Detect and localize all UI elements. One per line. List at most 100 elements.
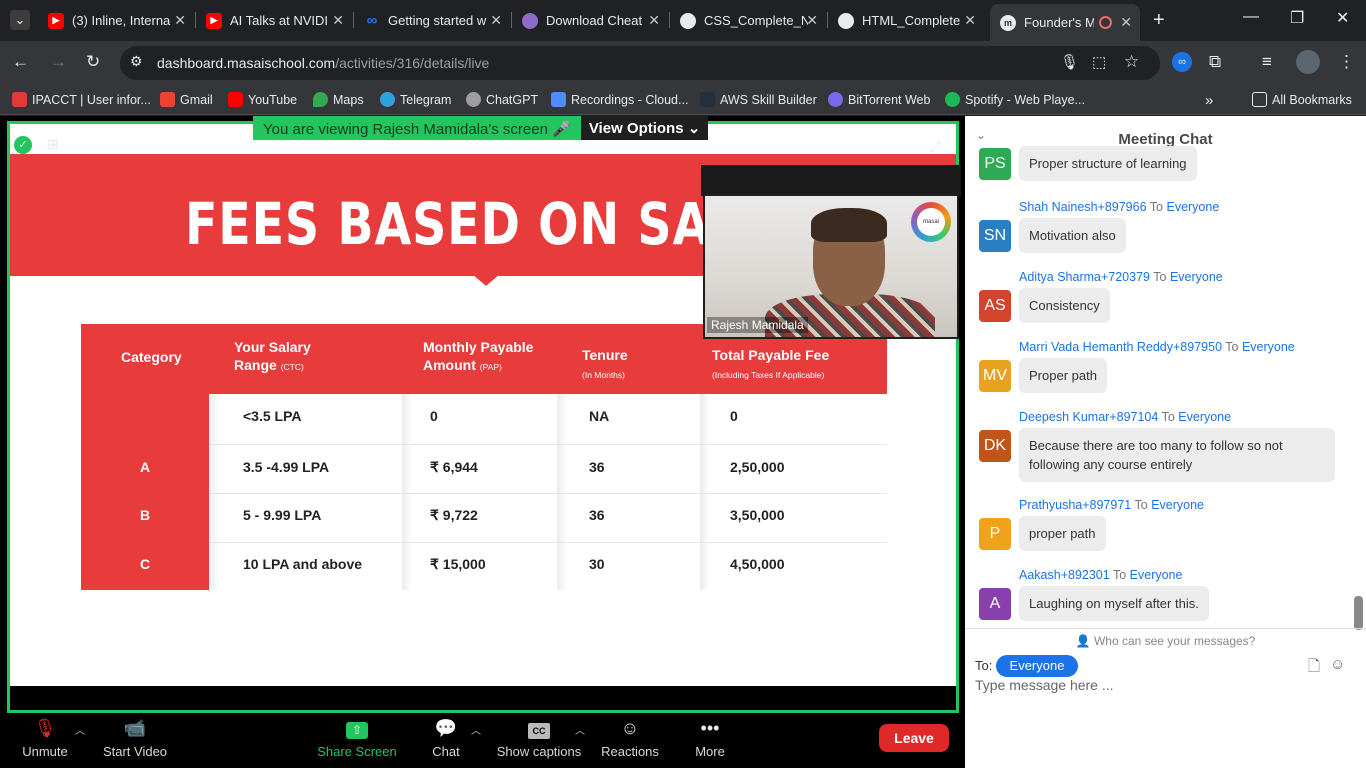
gallery-grid-icon[interactable]: ⊞ xyxy=(47,136,65,154)
restore-icon[interactable]: ❐ xyxy=(1290,8,1304,28)
address-bar[interactable]: ⚙ dashboard.masaischool.com/activities/3… xyxy=(120,46,1160,80)
bookmark-gmail[interactable]: Gmail xyxy=(160,92,213,107)
bookmarks-overflow-icon[interactable]: » xyxy=(1205,92,1213,109)
menu-icon[interactable]: ⋮ xyxy=(1338,52,1355,72)
view-options-button[interactable]: View Options ⌄ xyxy=(580,116,709,140)
window-close-icon[interactable]: ✕ xyxy=(1336,8,1349,28)
aws-icon xyxy=(700,92,715,107)
tab-title: HTML_Complete xyxy=(862,13,961,28)
close-icon[interactable]: ✕ xyxy=(964,12,976,29)
emoji-icon[interactable]: ☺ xyxy=(1330,656,1345,673)
column-shade xyxy=(402,394,412,590)
who-can-see-link[interactable]: 👤 Who can see your messages? xyxy=(965,634,1366,648)
media-control-icon[interactable]: ≡ xyxy=(1262,52,1272,72)
reactions-icon: ☺ xyxy=(620,718,640,738)
column-shade xyxy=(557,394,567,590)
tab-2[interactable]: ▶ AI Talks at NVIDI ✕ xyxy=(196,6,352,35)
youtube-icon xyxy=(228,92,243,107)
bookmark-youtube[interactable]: YouTube xyxy=(228,92,297,107)
bookmark-star-icon[interactable]: ☆ xyxy=(1124,52,1139,72)
message-sender: Aditya Sharma+720379 To Everyone xyxy=(1019,270,1223,284)
back-icon[interactable]: ← xyxy=(12,52,29,72)
bookmark-ipacct[interactable]: IPACCT | User infor... xyxy=(12,92,151,107)
recipient-dropdown[interactable]: Everyone xyxy=(996,655,1078,677)
speaker-video[interactable]: masai Rajesh Mamidala xyxy=(703,194,959,339)
message-text: Motivation also xyxy=(1019,218,1126,253)
tab-search-icon[interactable]: ⌄ xyxy=(10,10,30,30)
github-icon xyxy=(838,12,854,29)
new-tab-icon[interactable]: + xyxy=(1153,9,1165,32)
expand-icon[interactable]: ⤢ xyxy=(930,138,941,155)
chat-divider xyxy=(965,628,1366,629)
viewing-banner: You are viewing Rajesh Mamidala's screen… xyxy=(253,116,709,140)
tab-4[interactable]: Download Cheat ✕ xyxy=(512,6,668,35)
maps-icon xyxy=(313,92,328,107)
doc-icon xyxy=(522,12,538,29)
share-screen-button[interactable]: ⇧ Share Screen xyxy=(315,718,399,759)
tab-title: (3) Inline, Interna xyxy=(72,13,171,28)
close-icon[interactable]: ✕ xyxy=(490,12,502,29)
start-video-button[interactable]: 📹 Start Video xyxy=(100,718,170,759)
chat-scrollbar[interactable] xyxy=(1354,596,1363,630)
captions-options-caret[interactable]: ︿ xyxy=(575,722,585,737)
cell-category: C xyxy=(140,556,151,572)
tab-7-active[interactable]: m Founder's M ✕ xyxy=(990,4,1140,41)
cloud-icon xyxy=(551,92,566,107)
message-text: proper path xyxy=(1019,516,1106,551)
avatar: A xyxy=(979,588,1011,620)
profile-avatar[interactable] xyxy=(1296,50,1320,74)
row-divider xyxy=(209,542,887,543)
reactions-button[interactable]: ☺ Reactions xyxy=(600,718,660,759)
bookmark-spotify[interactable]: Spotify - Web Playe... xyxy=(945,92,1085,107)
site-info-icon[interactable]: ⚙ xyxy=(130,53,143,70)
extensions-puzzle-icon[interactable]: ⧉ xyxy=(1209,52,1221,72)
bookmark-bittorrent[interactable]: BitTorrent Web xyxy=(828,92,930,107)
tab-title: AI Talks at NVIDI xyxy=(230,13,329,28)
bittorrent-icon xyxy=(828,92,843,107)
bookmark-telegram[interactable]: Telegram xyxy=(380,92,451,107)
tab-title: Founder's M xyxy=(1024,15,1094,30)
close-icon[interactable]: ✕ xyxy=(332,12,344,29)
cell-salary: 10 LPA and above xyxy=(243,556,363,572)
masai-logo: masai xyxy=(911,202,951,242)
extension-icon[interactable]: ∞ xyxy=(1172,52,1192,72)
all-bookmarks[interactable]: All Bookmarks xyxy=(1252,92,1352,107)
tab-3[interactable]: ∞ Getting started w ✕ xyxy=(354,6,510,35)
bookmark-recordings[interactable]: Recordings - Cloud... xyxy=(551,92,688,107)
reload-icon[interactable]: ↻ xyxy=(86,52,100,72)
minimize-icon[interactable]: — xyxy=(1243,8,1259,26)
forward-icon[interactable]: → xyxy=(50,52,67,72)
cell-tenure: 36 xyxy=(589,507,605,523)
install-app-icon[interactable]: ⬚ xyxy=(1092,53,1106,71)
avatar: SN xyxy=(979,220,1011,252)
bookmark-chatgpt[interactable]: ChatGPT xyxy=(466,92,538,107)
meta-icon: ∞ xyxy=(366,12,378,29)
captions-button[interactable]: CC Show captions xyxy=(494,718,584,759)
avatar: DK xyxy=(979,430,1011,462)
bookmark-maps[interactable]: Maps xyxy=(313,92,364,107)
audio-options-caret[interactable]: ︿ xyxy=(75,722,85,737)
close-icon[interactable]: ✕ xyxy=(174,12,186,29)
tab-1[interactable]: ▶ (3) Inline, Interna ✕ xyxy=(38,6,194,35)
more-dots-icon: ••• xyxy=(700,718,720,738)
avatar: AS xyxy=(979,290,1011,322)
unmute-button[interactable]: 🎙 Unmute xyxy=(20,718,70,759)
chat-button[interactable]: 💬 Chat xyxy=(425,718,467,759)
close-icon[interactable]: ✕ xyxy=(806,12,818,29)
security-shield-icon[interactable]: ✓ xyxy=(14,136,32,154)
close-icon[interactable]: ✕ xyxy=(648,12,660,29)
row-divider xyxy=(209,493,887,494)
column-shade xyxy=(700,394,710,590)
close-icon[interactable]: ✕ xyxy=(1120,14,1132,31)
leave-button[interactable]: Leave xyxy=(879,724,949,752)
url-text: dashboard.masaischool.com/activities/316… xyxy=(157,55,490,71)
file-attach-icon[interactable]: 🗋 xyxy=(1308,656,1320,681)
tab-6[interactable]: HTML_Complete ✕ xyxy=(828,6,984,35)
microphone-icon[interactable]: 🎙 xyxy=(1060,53,1079,71)
tab-5[interactable]: CSS_Complete_N ✕ xyxy=(670,6,826,35)
more-button[interactable]: ••• More xyxy=(690,718,730,759)
mute-icon: 🎤 xyxy=(552,121,571,138)
chat-message-input[interactable]: Type message here ... xyxy=(975,677,1114,693)
chat-options-caret[interactable]: ︿ xyxy=(471,722,481,737)
bookmark-aws[interactable]: AWS Skill Builder xyxy=(700,92,817,107)
